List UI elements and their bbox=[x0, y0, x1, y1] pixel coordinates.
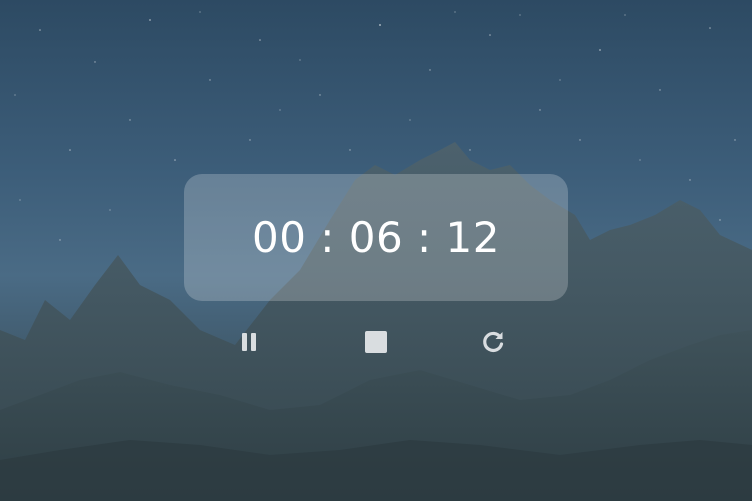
restart-button[interactable] bbox=[475, 324, 511, 360]
pause-button[interactable] bbox=[231, 324, 267, 360]
foreground-ridge bbox=[0, 440, 752, 501]
app-screen: 00 : 06 : 12 bbox=[0, 0, 752, 501]
timer-card: 00 : 06 : 12 bbox=[184, 174, 568, 301]
pause-icon bbox=[242, 333, 256, 351]
stop-button[interactable] bbox=[358, 324, 394, 360]
stop-icon bbox=[365, 331, 387, 353]
timer-controls bbox=[0, 324, 752, 360]
restart-icon bbox=[483, 331, 504, 353]
timer-display: 00 : 06 : 12 bbox=[251, 213, 501, 262]
